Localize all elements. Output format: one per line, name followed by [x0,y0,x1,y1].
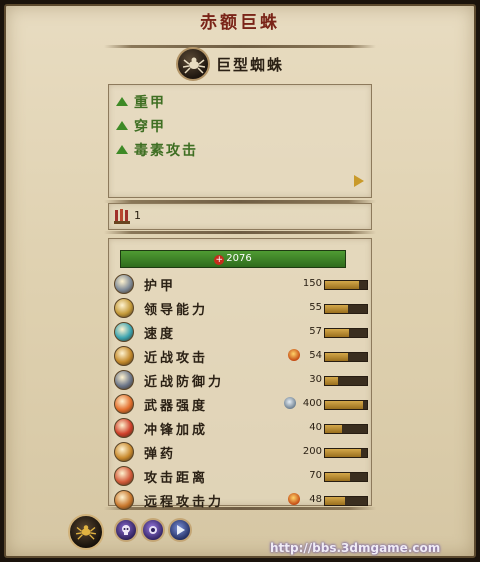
attribute-poison-attack[interactable]: 毒素攻击 [116,140,198,160]
ammo-divider [104,231,376,234]
attribute-icon [116,97,128,106]
stat-value: 70 [309,470,322,481]
stat-row[interactable]: 远程攻击力 48 [114,489,368,511]
stat-label: 速度 [144,327,177,342]
stat-bar [324,352,368,362]
stat-row[interactable]: 护甲 150 [114,273,368,295]
stat-value: 200 [302,446,322,457]
stat-row[interactable]: 领导能力 55 [114,297,368,319]
spider-icon [76,525,96,540]
leadership-icon [114,298,134,318]
ammo-box [108,203,372,230]
attribute-armour-piercing[interactable]: 穿甲 [116,116,166,136]
stat-bar-fill [325,401,363,409]
stat-value: 54 [309,350,322,361]
stat-label: 冲锋加成 [144,423,209,438]
armor-icon [114,274,134,294]
weapon-strength-icon [114,394,134,414]
attribute-heavy-armour[interactable]: 重甲 [116,92,166,112]
arrows-ammo-icon [114,209,130,224]
stat-row[interactable]: 速度 57 [114,321,368,343]
unit-portrait-button[interactable] [68,514,104,550]
range-icon [114,466,134,486]
expand-arrow-icon[interactable] [354,175,364,187]
stat-row[interactable]: 冲锋加成 40 [114,417,368,439]
stat-row[interactable]: 攻击距离 70 [114,465,368,487]
attribute-label: 重甲 [134,95,166,111]
stat-bar-fill [325,497,346,505]
stat-value: 30 [309,374,322,385]
stat-bar [324,472,368,482]
stat-bar-fill [325,449,361,457]
stat-row[interactable]: 武器强度 400 [114,393,368,415]
stat-label: 弹药 [144,447,177,462]
stat-bar-fill [325,353,348,361]
stat-row[interactable]: 近战攻击 54 [114,345,368,367]
stat-bar-fill [325,305,349,313]
ability-skull-icon[interactable] [114,518,138,542]
stat-row[interactable]: 近战防御力 30 [114,369,368,391]
attribute-label: 毒素攻击 [134,143,198,159]
stat-label: 近战防御力 [144,375,225,390]
stat-bar [324,376,368,386]
stat-value: 48 [309,494,322,505]
ability-speed-icon[interactable] [168,518,192,542]
stat-bar-fill [325,377,338,385]
melee-defense-icon [114,370,134,390]
stat-label: 武器强度 [144,399,209,414]
missile-damage-icon [114,490,134,510]
stat-bar [324,496,368,506]
stat-label: 远程攻击力 [144,495,225,510]
unit-category-icon [176,47,210,81]
attribute-icon [116,145,128,154]
armour-piercing-icon [284,397,296,409]
watermark: http://bbs.3dmgame.com [270,541,441,555]
health-value: 2076 [226,253,252,264]
health-icon: + [214,255,225,265]
ammo-count: 1 [134,209,141,222]
speed-icon [114,322,134,342]
stat-label: 近战攻击 [144,351,209,366]
stat-bar [324,400,368,410]
unit-name: 赤额巨蛛 [200,13,280,33]
stat-label: 领导能力 [144,303,209,318]
stat-bar-fill [325,425,342,433]
stat-bar [324,304,368,314]
stat-bar [324,328,368,338]
stat-row[interactable]: 弹药 200 [114,441,368,463]
stat-bar-fill [325,473,351,481]
stat-value: 400 [302,398,322,409]
fire-damage-icon [288,349,300,361]
fire-damage-icon [288,493,300,505]
stat-value: 40 [309,422,322,433]
health-bar: +2076 [120,250,346,268]
stat-bar [324,280,368,290]
charge-bonus-icon [114,418,134,438]
attribute-label: 穿甲 [134,119,166,135]
stat-bar-fill [325,329,349,337]
stat-bar [324,424,368,434]
stat-bar [324,448,368,458]
attribute-icon [116,121,128,130]
ability-poison-icon[interactable] [141,518,165,542]
stat-value: 55 [309,302,322,313]
stat-label: 攻击距离 [144,471,209,486]
stat-label: 护甲 [144,279,177,294]
stat-value: 150 [302,278,322,289]
title-divider [104,45,376,48]
ammunition-icon [114,442,134,462]
stat-value: 57 [309,326,322,337]
unit-type-label: 巨型蜘蛛 [216,56,285,74]
stat-bar-fill [325,281,359,289]
melee-attack-icon [114,346,134,366]
spider-icon [183,57,205,74]
